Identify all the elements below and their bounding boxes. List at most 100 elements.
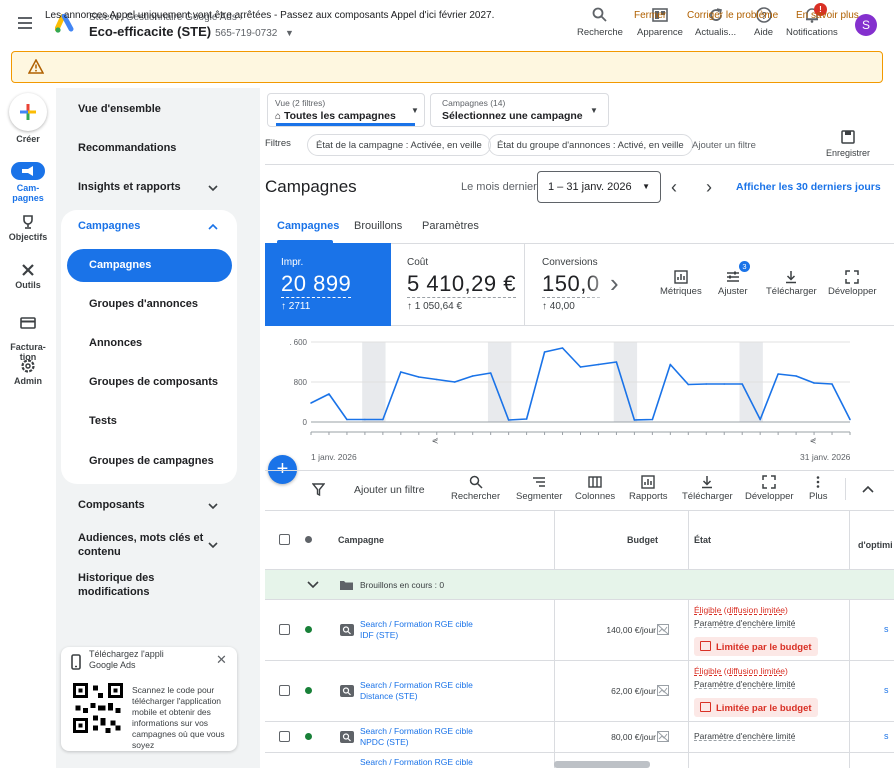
close-icon[interactable]: ✕ [216, 652, 227, 668]
filter-chip-campaign-status[interactable]: État de la campagne : Activée, en veille [307, 134, 491, 156]
trend-icon [700, 641, 711, 651]
rail-item-tools[interactable]: Outils [0, 262, 56, 290]
table-expand-button[interactable]: Développer [745, 475, 794, 502]
account-selector[interactable]: Eco-efficacite (STE) 565-719-0732 ▼ [89, 24, 294, 39]
metric-card-cost[interactable]: Coût 5 410,29 € ↑ 1 050,64 € [391, 243, 525, 326]
nav-recommendations[interactable]: Recommandations [78, 142, 176, 154]
reports-button[interactable]: Rapports [629, 475, 668, 502]
chart-annotation-icon: ⋞ [432, 436, 439, 445]
expand-button[interactable]: Développer [828, 270, 877, 297]
column-header-campaign[interactable]: Campagne [338, 535, 384, 545]
metrics-button[interactable]: Métriques [660, 270, 702, 297]
row-checkbox[interactable] [279, 624, 290, 635]
nav-sub-ads[interactable]: Annonces [89, 337, 142, 349]
phone-icon [71, 654, 81, 670]
nav-sub-asset-groups[interactable]: Groupes de composants [89, 376, 218, 388]
chart-data-point [310, 402, 312, 404]
nav-sub-ad-groups[interactable]: Groupes d'annonces [89, 298, 198, 310]
next-period-button[interactable]: › [706, 177, 712, 198]
status-column-dot [305, 536, 312, 543]
filters-label: Filtres [265, 138, 291, 149]
horizontal-scrollbar[interactable] [554, 761, 650, 768]
more-button[interactable]: Plus [809, 475, 827, 502]
optimization-link[interactable]: s [884, 731, 889, 741]
budget-limited-badge[interactable]: Limitée par le budget [694, 637, 818, 656]
status-bid-limited[interactable]: Paramètre d'enchère limité [694, 679, 795, 689]
rail-item-campaigns[interactable]: Cam- pagnes [0, 183, 56, 203]
status-eligible-limited[interactable]: Éligible (diffusion limitée) [694, 605, 788, 615]
alert-learn-more-link[interactable]: En savoir plus [796, 10, 859, 21]
columns-button[interactable]: Colonnes [575, 475, 615, 502]
tab-campaigns[interactable]: Campagnes [277, 220, 339, 232]
last-30-days-link[interactable]: Afficher les 30 derniers jours [736, 181, 881, 193]
optimization-link[interactable]: s [884, 624, 889, 634]
download-card-title: Téléchargez l'appli Google Ads [89, 649, 164, 670]
nav-sub-campaign-groups[interactable]: Groupes de campagnes [89, 455, 214, 467]
budget-limited-badge[interactable]: Limitée par le budget [694, 698, 818, 717]
budget-value[interactable]: 80,00 €/jour [590, 732, 656, 742]
campaign-name-link[interactable]: Search / Formation RGE cible NPDC (STE) [360, 726, 473, 748]
rail-item-goals[interactable]: Objectifs [0, 214, 56, 242]
search-icon [592, 7, 607, 22]
chart-data-point [382, 418, 384, 421]
nav-campaigns-header[interactable]: Campagnes [78, 220, 140, 232]
metric-delta: ↑ 1 050,64 € [407, 301, 463, 312]
column-header-status[interactable]: État [694, 535, 711, 545]
campaign-selector[interactable]: Campagnes (14) Sélectionnez une campagne… [430, 93, 609, 127]
nav-sub-campaigns[interactable]: Campagnes [89, 259, 151, 271]
nav-assets[interactable]: Composants [78, 499, 145, 511]
create-button[interactable] [9, 93, 47, 131]
metrics-next-arrow[interactable]: › [610, 268, 619, 299]
menu-icon[interactable] [18, 17, 32, 29]
column-header-optimization[interactable]: d'optimi [858, 540, 893, 550]
search-button[interactable]: Recherche [577, 6, 623, 38]
nav-audiences-keywords[interactable]: Audiences, mots clés et contenu [78, 531, 203, 559]
filter-chip-adgroup-status[interactable]: État du groupe d'annonces : Activé, en v… [488, 134, 693, 156]
collapse-icon[interactable] [862, 484, 874, 494]
download-button[interactable]: Télécharger [766, 270, 817, 297]
campaign-name-link[interactable]: Search / Formation RGE cible IDF (STE) [360, 619, 473, 641]
budget-value[interactable]: 62,00 €/jour [590, 686, 656, 696]
nav-change-history[interactable]: Historique des modifications [78, 571, 154, 599]
alert-fix-link[interactable]: Corriger le problème [687, 10, 778, 21]
metric-card-impressions[interactable]: Impr. 20 899 ↑ 2711 [265, 243, 391, 326]
status-bid-limited[interactable]: Paramètre d'enchère limité [694, 618, 795, 628]
nav-overview[interactable]: Vue d'ensemble [78, 103, 161, 115]
date-range-selector[interactable]: 1 – 31 janv. 2026 ▼ [537, 171, 661, 203]
tab-drafts[interactable]: Brouillons [354, 220, 402, 232]
alert-close-link[interactable]: Fermer [634, 10, 666, 21]
adjust-icon [726, 271, 739, 282]
view-selector[interactable]: Vue (2 filtres) ⌂ Toutes les campagnes ▼ [267, 93, 425, 127]
chart-data-point [489, 372, 492, 374]
previous-period-button[interactable]: ‹ [671, 177, 677, 198]
chart-data-point [741, 383, 743, 385]
adjust-button[interactable]: Ajuster [718, 270, 748, 297]
nav-sub-experiments[interactable]: Tests [89, 415, 117, 427]
metric-value: 20 899 [281, 271, 352, 298]
rail-item-admin[interactable]: Admin [0, 358, 56, 386]
select-all-checkbox[interactable] [279, 534, 290, 545]
page-title: Campagnes [265, 177, 357, 196]
campaign-name-link[interactable]: Search / Formation RGE cible Distance (S… [360, 680, 473, 702]
status-bid-limited[interactable]: Paramètre d'enchère limité [694, 731, 795, 741]
optimization-link[interactable]: s [884, 685, 889, 695]
segment-button[interactable]: Segmenter [516, 475, 562, 502]
table-search-button[interactable]: Rechercher [451, 475, 500, 502]
row-checkbox[interactable] [279, 731, 290, 742]
table-download-button[interactable]: Télécharger [682, 475, 733, 502]
campaign-name-link[interactable]: Search / Formation RGE cible [360, 757, 473, 768]
row-checkbox[interactable] [279, 685, 290, 696]
tab-settings[interactable]: Paramètres [422, 220, 479, 232]
chevron-up-icon [208, 223, 218, 230]
table-add-filter[interactable]: Ajouter un filtre [354, 484, 425, 496]
status-eligible-limited[interactable]: Éligible (diffusion limitée) [694, 666, 788, 676]
chevron-down-icon[interactable] [307, 580, 319, 589]
metric-label: Coût [407, 257, 429, 268]
rail-item-billing[interactable]: Factura- tion [0, 306, 56, 362]
column-header-budget[interactable]: Budget [627, 535, 658, 545]
nav-insights-reports[interactable]: Insights et rapports [78, 181, 181, 193]
chart-data-point [471, 375, 474, 377]
save-button[interactable]: Enregistrer [826, 130, 870, 158]
budget-value[interactable]: 140,00 €/jour [590, 625, 656, 635]
add-filter-link[interactable]: Ajouter un filtre [692, 140, 756, 151]
